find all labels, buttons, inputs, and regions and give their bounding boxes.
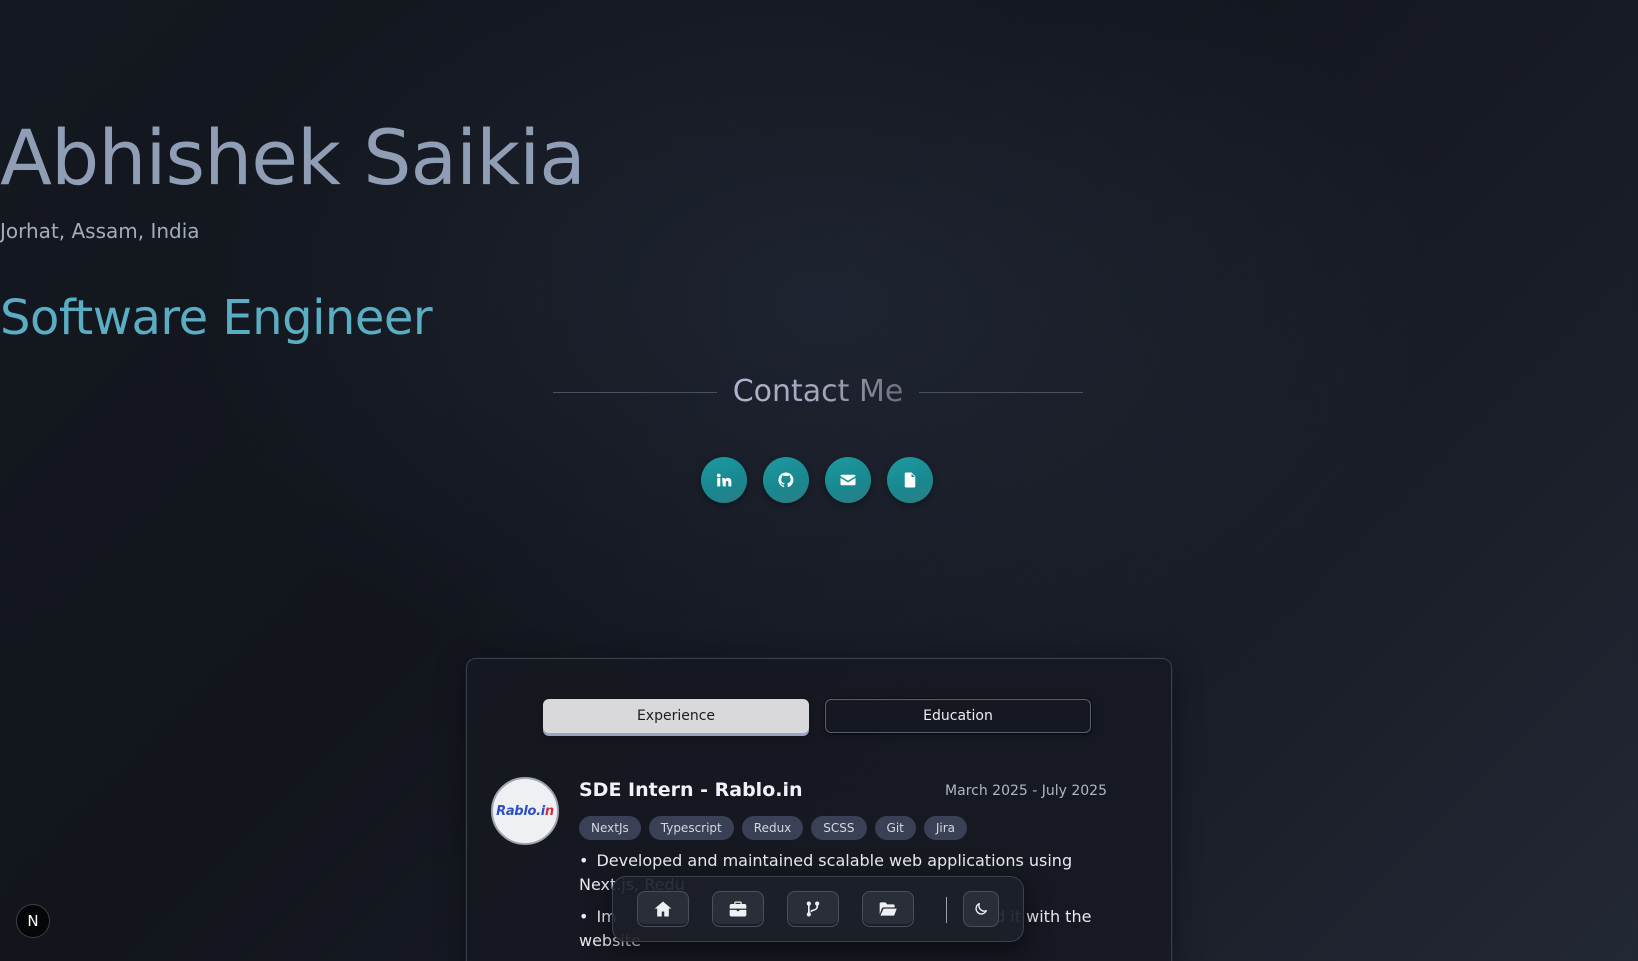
company-logo-text: Rablo.in bbox=[496, 804, 554, 819]
divider-right bbox=[919, 391, 1084, 393]
nextjs-dev-badge[interactable]: N bbox=[16, 904, 50, 938]
resume-button[interactable] bbox=[887, 457, 933, 503]
role-title: Software Engineer bbox=[0, 290, 433, 346]
mail-icon bbox=[840, 474, 856, 486]
moon-icon bbox=[975, 903, 987, 915]
git-branch-icon bbox=[806, 901, 820, 917]
github-icon bbox=[778, 472, 794, 488]
github-button[interactable] bbox=[763, 457, 809, 503]
experience-title: SDE Intern - Rablo.in bbox=[579, 779, 803, 801]
logo-text-accent: n bbox=[544, 803, 554, 819]
email-button[interactable] bbox=[825, 457, 871, 503]
briefcase-icon bbox=[729, 901, 747, 917]
theme-toggle-button[interactable] bbox=[963, 891, 999, 927]
document-icon bbox=[904, 472, 916, 488]
skill-tag: NextJs bbox=[579, 816, 641, 840]
skill-tag: SCSS bbox=[811, 816, 867, 840]
tab-list: Experience Education bbox=[543, 699, 1091, 733]
experience-dates: March 2025 - July 2025 bbox=[945, 783, 1107, 799]
skill-tag: Redux bbox=[741, 816, 804, 840]
contact-title: Contact Me bbox=[732, 374, 904, 409]
linkedin-icon bbox=[716, 473, 732, 487]
dock-projects-button[interactable] bbox=[862, 891, 914, 927]
logo-text-main: Rablo.i bbox=[496, 803, 545, 819]
skill-tag: Typescript bbox=[648, 816, 734, 840]
contact-heading: Contact Me bbox=[553, 374, 1084, 410]
location-text: Jorhat, Assam, India bbox=[0, 219, 200, 243]
home-icon bbox=[654, 901, 672, 917]
divider-left bbox=[553, 391, 717, 393]
bottom-dock bbox=[612, 876, 1024, 942]
tab-education[interactable]: Education bbox=[825, 699, 1091, 733]
dock-separator bbox=[946, 897, 947, 923]
folder-icon bbox=[879, 902, 897, 916]
page-title: Abhishek Saikia bbox=[0, 113, 586, 202]
skill-tag: Jira bbox=[923, 816, 968, 840]
dock-home-button[interactable] bbox=[637, 891, 689, 927]
skill-tags: NextJs Typescript Redux SCSS Git Jira bbox=[579, 816, 968, 840]
tab-experience[interactable]: Experience bbox=[543, 699, 809, 733]
dock-git-button[interactable] bbox=[787, 891, 839, 927]
social-links bbox=[701, 457, 933, 503]
linkedin-button[interactable] bbox=[701, 457, 747, 503]
skill-tag: Git bbox=[874, 816, 916, 840]
dock-experience-button[interactable] bbox=[712, 891, 764, 927]
company-logo: Rablo.in bbox=[491, 777, 559, 845]
